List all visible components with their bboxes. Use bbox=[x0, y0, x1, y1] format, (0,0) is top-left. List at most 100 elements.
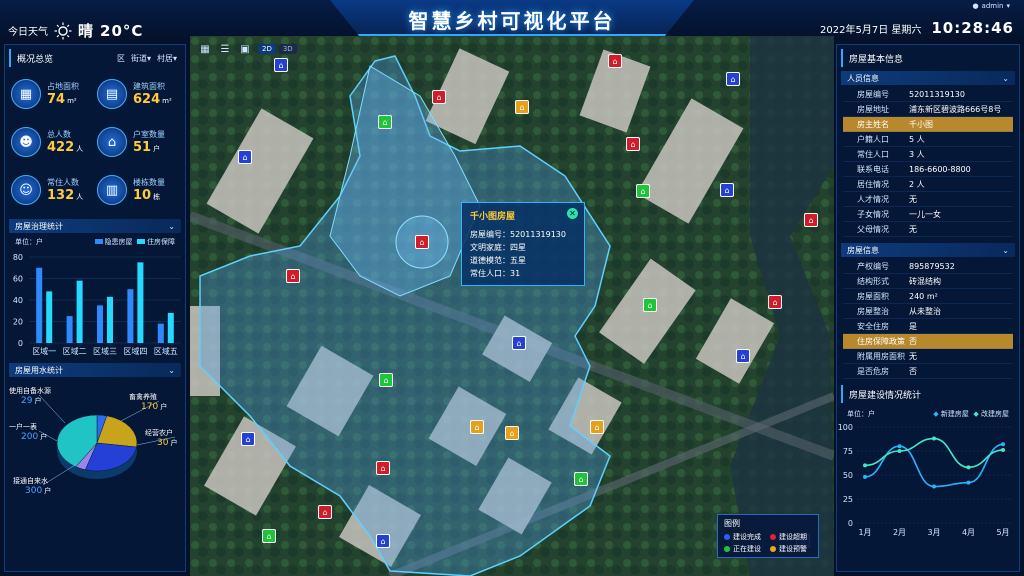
info-value: 52011319130 bbox=[909, 89, 965, 99]
house-marker-red-icon[interactable]: ⌂ bbox=[318, 505, 332, 519]
stat-label: 总人数 bbox=[47, 130, 71, 139]
people-icon: ☺ bbox=[11, 175, 41, 205]
info-value: 186-6600-8800 bbox=[909, 164, 971, 174]
pie-label: 接通自来水 bbox=[13, 476, 48, 485]
build-stats-title: 房屋建设情况统计 bbox=[849, 390, 922, 401]
info-row: 安全住房 是 bbox=[843, 319, 1013, 334]
house-popup: 千小图房屋 ✕ 房屋编号：52011319130 文明家庭：四星 道德模范：五星… bbox=[461, 202, 585, 286]
house-section-header[interactable]: 房屋信息 ⌄ bbox=[841, 243, 1015, 257]
stat-label: 户室数量 bbox=[133, 130, 165, 139]
x-tick-label: 4月 bbox=[962, 528, 975, 537]
house-marker-green-icon[interactable]: ⌂ bbox=[378, 115, 392, 129]
house-marker-blue-icon[interactable]: ⌂ bbox=[376, 534, 390, 548]
info-value: 895879532 bbox=[909, 261, 955, 271]
person-info-table: 房屋编号 52011319130 房屋地址 浦东新区碧波路666号8号 房主姓名 千小图户… bbox=[843, 87, 1013, 237]
pie-label: 经营农户 bbox=[145, 428, 173, 437]
person-section-title: 人员信息 bbox=[847, 73, 879, 83]
info-key: 安全住房 bbox=[857, 321, 889, 331]
house-marker-red-icon[interactable]: ⌂ bbox=[768, 295, 782, 309]
housing-gov-header[interactable]: 房屋治理统计 ⌄ bbox=[9, 219, 181, 233]
house-marker-blue-icon[interactable]: ⌂ bbox=[512, 336, 526, 350]
grid-view-icon[interactable]: ▦ bbox=[198, 42, 212, 56]
house-marker-red-icon[interactable]: ⌂ bbox=[376, 461, 390, 475]
info-value: 2 人 bbox=[909, 179, 925, 189]
header-bar: 智慧乡村可视化平台 今日天气 晴 20°C ● admin ▾ 2022年5月7… bbox=[0, 0, 1024, 40]
house-marker-blue-icon[interactable]: ⌂ bbox=[726, 72, 740, 86]
house-marker-blue-icon[interactable]: ⌂ bbox=[274, 58, 288, 72]
bar bbox=[127, 289, 134, 343]
water-pie-chart: 使用自备水源29 户 畜禽养殖170 户一户一表200 户 经营农户30 户接通自来水300… bbox=[9, 386, 177, 496]
info-key: 户籍人口 bbox=[857, 134, 889, 144]
series-line bbox=[864, 437, 1004, 469]
overview-header: 概况总览 区 街道▾ 村居▾ bbox=[9, 49, 181, 67]
sun-icon bbox=[54, 22, 72, 40]
house-marker-red-icon[interactable]: ⌂ bbox=[286, 269, 300, 283]
weather-widget: 今日天气 晴 20°C bbox=[8, 20, 143, 41]
house-marker-blue-icon[interactable]: ⌂ bbox=[238, 150, 252, 164]
unit-label: 单位：户 bbox=[15, 238, 43, 246]
info-row: 户籍人口 5 人 bbox=[843, 132, 1013, 147]
x-tick-label: 区域四 bbox=[123, 346, 147, 356]
house-info-table: 产权编号 895879532 结构形式 砖混结构 房屋面积 240 m² 房屋整治 从未整治安… bbox=[843, 259, 1013, 379]
legend-title: 图例 bbox=[724, 519, 740, 528]
water-header[interactable]: 房屋用水统计 ⌄ bbox=[9, 363, 181, 377]
house-marker-orange-icon[interactable]: ⌂ bbox=[470, 420, 484, 434]
list-view-icon[interactable]: ☰ bbox=[218, 42, 232, 56]
x-tick-label: 1月 bbox=[858, 528, 871, 537]
house-marker-blue-icon[interactable]: ⌂ bbox=[241, 432, 255, 446]
house-marker-selected-icon[interactable]: ⌂ bbox=[415, 235, 429, 249]
layers-icon[interactable]: ▣ bbox=[238, 42, 252, 56]
data-point bbox=[932, 484, 936, 489]
house-marker-red-icon[interactable]: ⌂ bbox=[804, 213, 818, 227]
y-tick-label: 80 bbox=[13, 253, 23, 262]
info-key: 产权编号 bbox=[857, 261, 889, 271]
data-point bbox=[863, 474, 867, 479]
house-marker-red-icon[interactable]: ⌂ bbox=[626, 137, 640, 151]
house-marker-red-icon[interactable]: ⌂ bbox=[432, 90, 446, 104]
chart-legend: 隐患房屋 住房保障 bbox=[94, 237, 175, 247]
user-menu[interactable]: ● admin ▾ bbox=[972, 2, 1010, 10]
house-marker-blue-icon[interactable]: ⌂ bbox=[736, 349, 750, 363]
info-key: 联系电话 bbox=[857, 164, 889, 174]
chevron-down-icon: ▾ bbox=[1006, 2, 1010, 10]
toggle-2d-button[interactable]: 2D bbox=[258, 44, 276, 54]
map-legend: 图例 建设完成 建设超期 正在建设 建设预警 bbox=[717, 514, 819, 558]
pie-label: 使用自备水源 bbox=[9, 386, 51, 395]
house-marker-blue-icon[interactable]: ⌂ bbox=[720, 183, 734, 197]
legend-item: 正在建设 bbox=[724, 544, 766, 554]
house-marker-green-icon[interactable]: ⌂ bbox=[379, 373, 393, 387]
clock: 10:28:46 bbox=[931, 19, 1014, 37]
house-marker-green-icon[interactable]: ⌂ bbox=[262, 529, 276, 543]
popup-row: 常住人口：31 bbox=[470, 269, 521, 278]
tab-street[interactable]: 街道▾ bbox=[131, 53, 151, 64]
legend-item: 建设预警 bbox=[770, 544, 812, 554]
toggle-3d-button[interactable]: 3D bbox=[278, 44, 297, 54]
house-icon: ⌂ bbox=[97, 127, 127, 157]
house-marker-orange-icon[interactable]: ⌂ bbox=[505, 426, 519, 440]
house-marker-green-icon[interactable]: ⌂ bbox=[643, 298, 657, 312]
stat-value: 74 m² bbox=[47, 92, 77, 107]
temperature: 20°C bbox=[100, 21, 144, 40]
x-tick-label: 区域一 bbox=[32, 346, 56, 356]
y-tick-label: 50 bbox=[843, 471, 853, 480]
pie-value-label: 170 户 bbox=[141, 402, 167, 412]
house-marker-orange-icon[interactable]: ⌂ bbox=[515, 100, 529, 114]
pie-leader-line bbox=[38, 394, 66, 424]
close-icon[interactable]: ✕ bbox=[567, 208, 578, 219]
info-key: 房屋地址 bbox=[857, 104, 889, 114]
person-section-header[interactable]: 人员信息 ⌄ bbox=[841, 71, 1015, 85]
house-marker-orange-icon[interactable]: ⌂ bbox=[590, 420, 604, 434]
tab-village[interactable]: 村居▾ bbox=[157, 53, 177, 64]
house-marker-green-icon[interactable]: ⌂ bbox=[636, 184, 650, 198]
map-view[interactable]: ▦ ☰ ▣ 2D 3D ⌂ ⌂ ⌂ ⌂ ⌂ ⌂ ⌂ ⌂ ⌂ ⌂ ⌂ ⌂ ⌂ ⌂ … bbox=[190, 36, 834, 576]
data-point bbox=[897, 444, 902, 449]
info-key: 人才情况 bbox=[857, 194, 889, 204]
tab-district[interactable]: 区 bbox=[117, 53, 125, 64]
stat-label: 常住人数 bbox=[47, 178, 79, 187]
stat-buildings: ▥ 楼栋数量 10 栋 bbox=[97, 169, 179, 211]
house-marker-green-icon[interactable]: ⌂ bbox=[574, 472, 588, 486]
pie-value-label: 29 户 bbox=[21, 396, 41, 406]
data-point bbox=[897, 449, 902, 453]
dimension-toggle: 2D 3D bbox=[258, 44, 297, 54]
house-marker-red-icon[interactable]: ⌂ bbox=[608, 54, 622, 68]
